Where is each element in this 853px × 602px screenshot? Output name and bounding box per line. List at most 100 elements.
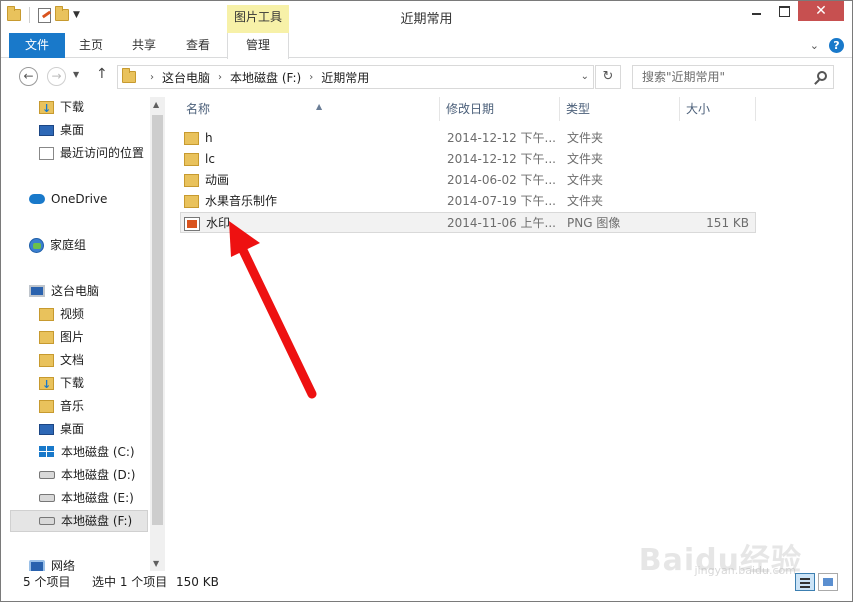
nav-item-label: 本地磁盘 (F:) xyxy=(61,514,133,528)
nav-item-label: 本地磁盘 (C:) xyxy=(61,445,135,459)
drive-icon xyxy=(39,494,55,502)
nav-item-favorites-desktop[interactable]: 桌面 xyxy=(39,119,84,141)
file-type: 文件夹 xyxy=(567,194,604,208)
file-type: 文件夹 xyxy=(567,131,604,145)
expand-ribbon-chevron-icon[interactable]: ⌄ xyxy=(810,39,819,52)
file-type: 文件夹 xyxy=(567,152,604,166)
column-header-size[interactable]: 大小 xyxy=(680,97,756,121)
help-icon[interactable]: ? xyxy=(829,38,844,53)
search-icon[interactable] xyxy=(817,71,827,81)
nav-item-label: 本地磁盘 (D:) xyxy=(61,468,136,482)
nav-item-label: 桌面 xyxy=(60,422,85,436)
ribbon-tabs: 文件 主页 共享 查看 管理 ⌄ ? xyxy=(1,33,852,59)
search-input[interactable]: 搜索"近期常用" xyxy=(632,65,834,89)
minimize-button[interactable] xyxy=(742,1,770,21)
picture-tools-group: 图片工具 xyxy=(227,5,289,33)
desktop-icon xyxy=(39,124,54,136)
selected-count: 选中 1 个项目 xyxy=(92,575,168,589)
title-bar[interactable]: ▼ 图片工具 近期常用 ✕ xyxy=(1,1,852,33)
navigation-pane: 下载 桌面 最近访问的位置 OneDrive 家庭组 这台电脑 视频 xyxy=(1,93,165,571)
nav-item-documents[interactable]: 文档 xyxy=(39,349,84,371)
scroll-up-arrow-icon[interactable]: ▲ xyxy=(153,100,159,109)
window-controls: ✕ xyxy=(742,1,844,21)
nav-item-pictures[interactable]: 图片 xyxy=(39,326,84,348)
scrollbar-thumb[interactable] xyxy=(152,115,163,525)
onedrive-cloud-icon xyxy=(29,194,45,204)
nav-pane-scrollbar[interactable]: ▲ ▼ xyxy=(150,97,165,571)
download-folder-icon xyxy=(39,98,54,120)
address-dropdown-chevron-icon[interactable]: ⌄ xyxy=(581,71,589,82)
tab-share[interactable]: 共享 xyxy=(117,33,171,58)
qat-separator xyxy=(29,7,30,23)
close-button[interactable]: ✕ xyxy=(798,1,844,21)
folder-icon xyxy=(184,153,199,166)
breadcrumb-this-pc[interactable]: 这台电脑 xyxy=(162,69,210,86)
back-button[interactable]: ← xyxy=(19,67,38,86)
file-name: lc xyxy=(205,152,215,166)
forward-button[interactable]: → xyxy=(47,67,66,86)
large-icons-view-button[interactable] xyxy=(818,573,838,591)
quick-access-toolbar: ▼ xyxy=(7,6,80,23)
nav-item-drive-e[interactable]: 本地磁盘 (E:) xyxy=(39,487,134,509)
breadcrumb-separator-icon[interactable]: › xyxy=(150,72,154,83)
column-header-name[interactable]: 名称 ▲ xyxy=(180,97,440,121)
videos-folder-icon xyxy=(39,307,54,321)
tab-manage[interactable]: 管理 xyxy=(227,33,289,59)
file-row-lc[interactable]: lc 2014-12-12 下午... 文件夹 xyxy=(180,149,756,170)
homegroup-icon xyxy=(29,237,44,253)
file-row-h[interactable]: h 2014-12-12 下午... 文件夹 xyxy=(180,128,756,149)
png-image-icon xyxy=(184,216,200,231)
nav-item-desktop[interactable]: 桌面 xyxy=(39,418,84,440)
properties-icon[interactable] xyxy=(38,7,51,23)
nav-item-homegroup[interactable]: 家庭组 xyxy=(29,234,86,256)
nav-item-drive-c[interactable]: 本地磁盘 (C:) xyxy=(39,441,135,463)
drive-icon xyxy=(39,517,55,525)
nav-item-label: 家庭组 xyxy=(50,238,87,252)
nav-item-label: 本地磁盘 (E:) xyxy=(61,491,134,505)
file-size: 151 KB xyxy=(706,216,749,230)
tab-view[interactable]: 查看 xyxy=(171,33,225,58)
address-bar-row: ← → ▼ ↑ › 这台电脑 › 本地磁盘 (F:) › 近期常用 ⌄ ↻ 搜索… xyxy=(1,59,852,93)
file-date: 2014-12-12 下午... xyxy=(447,131,556,145)
file-row-music-production[interactable]: 水果音乐制作 2014-07-19 下午... 文件夹 xyxy=(180,191,756,212)
nav-item-drive-d[interactable]: 本地磁盘 (D:) xyxy=(39,464,135,486)
up-arrow-icon[interactable]: ↑ xyxy=(96,66,108,82)
tab-file[interactable]: 文件 xyxy=(9,33,65,58)
new-folder-icon[interactable] xyxy=(55,6,69,21)
nav-item-onedrive[interactable]: OneDrive xyxy=(29,188,107,210)
nav-item-label: 音乐 xyxy=(60,399,85,413)
folder-icon[interactable] xyxy=(7,6,21,21)
scroll-down-arrow-icon[interactable]: ▼ xyxy=(153,559,159,568)
breadcrumb-drive-f[interactable]: 本地磁盘 (F:) xyxy=(230,69,301,86)
breadcrumb-separator-icon[interactable]: › xyxy=(309,72,313,83)
file-name: 水印 xyxy=(206,216,231,230)
maximize-button[interactable] xyxy=(770,1,798,21)
breadcrumb-separator-icon[interactable]: › xyxy=(218,72,222,83)
nav-item-videos[interactable]: 视频 xyxy=(39,303,84,325)
nav-item-downloads[interactable]: 下载 xyxy=(39,372,84,396)
nav-item-network[interactable]: 网络 xyxy=(29,555,75,571)
nav-item-recent-places[interactable]: 最近访问的位置 xyxy=(39,142,144,164)
recent-locations-chevron-icon[interactable]: ▼ xyxy=(73,70,79,79)
nav-item-drive-f[interactable]: 本地磁盘 (F:) xyxy=(10,510,148,532)
file-row-animation[interactable]: 动画 2014-06-02 下午... 文件夹 xyxy=(180,170,756,191)
nav-item-label: 下载 xyxy=(60,100,85,114)
file-row-watermark-png[interactable]: 水印 2014-11-06 上午... PNG 图像 151 KB xyxy=(180,212,756,233)
column-header-type[interactable]: 类型 xyxy=(560,97,680,121)
window-title: 近期常用 xyxy=(400,12,453,27)
tab-home[interactable]: 主页 xyxy=(65,33,117,58)
column-header-date[interactable]: 修改日期 xyxy=(440,97,560,121)
nav-item-music[interactable]: 音乐 xyxy=(39,395,84,417)
download-folder-icon xyxy=(39,374,54,396)
music-folder-icon xyxy=(39,399,54,413)
folder-icon xyxy=(184,132,199,145)
refresh-button[interactable]: ↻ xyxy=(595,65,621,89)
nav-item-this-pc[interactable]: 这台电脑 xyxy=(29,280,99,302)
nav-item-favorites-downloads[interactable]: 下载 xyxy=(39,96,85,120)
file-name-cell: 动画 xyxy=(184,170,229,191)
folder-icon xyxy=(184,174,199,187)
network-icon xyxy=(29,559,45,571)
address-box[interactable]: › 这台电脑 › 本地磁盘 (F:) › 近期常用 ⌄ xyxy=(117,65,594,89)
breadcrumb-current-folder[interactable]: 近期常用 xyxy=(321,69,369,86)
qat-dropdown-icon[interactable]: ▼ xyxy=(73,10,80,20)
